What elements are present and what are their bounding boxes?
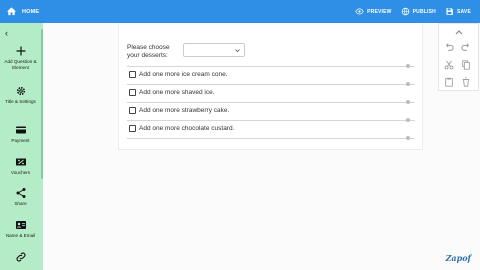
option-shaved-ice[interactable]: Add one more shaved ice. xyxy=(129,89,215,96)
chevron-left-icon[interactable]: ‹ xyxy=(5,28,8,38)
question-label: Please choose your desserts: xyxy=(127,44,179,60)
option-label: Add one more shaved ice. xyxy=(139,89,215,96)
sidebar-item-add-question[interactable]: Add Question & Element xyxy=(0,45,41,71)
separator xyxy=(127,118,415,122)
undo-icon[interactable] xyxy=(444,39,454,51)
separator xyxy=(127,100,415,104)
redo-icon[interactable] xyxy=(461,39,471,51)
publish-button[interactable]: PUBLISH xyxy=(401,7,436,16)
credit-card-icon xyxy=(15,126,26,134)
publish-label: PUBLISH xyxy=(412,8,436,15)
separator xyxy=(127,82,415,86)
copy-icon[interactable] xyxy=(461,57,471,70)
sidebar-item-link[interactable] xyxy=(0,251,41,263)
option-ice-cream[interactable]: Add one more ice cream cone. xyxy=(129,71,228,78)
home-button[interactable]: HOME xyxy=(6,6,39,17)
sidebar-item-title-settings[interactable]: Title & Settings xyxy=(0,85,41,105)
sidebar-item-label: Share xyxy=(14,201,27,206)
separator xyxy=(127,136,415,140)
eye-icon xyxy=(355,8,364,15)
preview-button[interactable]: PREVIEW xyxy=(355,7,391,16)
chevron-down-icon xyxy=(235,49,240,53)
drag-handle[interactable] xyxy=(406,82,410,86)
home-icon xyxy=(6,7,17,16)
gear-icon xyxy=(16,86,25,96)
save-button[interactable]: SAVE xyxy=(445,7,471,16)
checkbox[interactable] xyxy=(129,89,136,96)
question-text: Please choose your desserts: xyxy=(127,44,170,59)
sidebar-item-name-email[interactable]: Name & Email xyxy=(0,219,41,239)
option-strawberry-cake[interactable]: Add one more strawberry cake. xyxy=(129,107,229,114)
save-label: SAVE xyxy=(456,8,471,15)
drag-handle[interactable] xyxy=(406,64,410,68)
drag-handle[interactable] xyxy=(406,118,410,122)
plus-icon xyxy=(16,46,25,56)
globe-icon xyxy=(401,7,409,16)
question-card[interactable]: Please choose your desserts: Add one mor… xyxy=(118,23,423,150)
sidebar-item-label: Payment xyxy=(11,138,30,143)
sidebar-item-vouchers[interactable]: Vouchers xyxy=(0,156,41,176)
voucher-icon xyxy=(15,158,26,166)
chevron-up-icon[interactable] xyxy=(454,25,464,35)
separator xyxy=(127,64,415,68)
floppy-disk-icon xyxy=(446,8,453,15)
checkbox[interactable] xyxy=(129,125,136,132)
home-label: HOME xyxy=(22,8,40,15)
sidebar-item-label: Vouchers xyxy=(10,170,31,175)
preview-label: PREVIEW xyxy=(367,8,392,15)
checkbox[interactable] xyxy=(129,71,136,78)
option-label: Add one more chocolate custard. xyxy=(139,125,235,132)
cut-icon[interactable] xyxy=(444,57,454,70)
option-label: Add one more ice cream cone. xyxy=(139,71,228,78)
dessert-select[interactable] xyxy=(183,43,245,57)
paste-icon[interactable] xyxy=(444,74,454,87)
checkbox[interactable] xyxy=(129,107,136,114)
option-label: Add one more strawberry cake. xyxy=(139,107,230,114)
option-chocolate-custard[interactable]: Add one more chocolate custard. xyxy=(129,125,234,132)
sidebar-item-label: Title & Settings xyxy=(5,99,36,104)
contact-card-icon xyxy=(15,221,26,229)
brand-logo: Zapof xyxy=(445,253,471,263)
form-canvas: Please choose your desserts: Add one mor… xyxy=(43,23,480,270)
sidebar-item-label: Name & Email xyxy=(5,233,36,238)
top-bar: HOME PREVIEW PUBLISH SAVE xyxy=(0,0,480,23)
drag-handle[interactable] xyxy=(406,100,410,104)
link-icon xyxy=(16,252,25,262)
share-icon xyxy=(16,188,25,198)
sidebar-item-label: Add Question & Element xyxy=(4,59,37,70)
drag-handle[interactable] xyxy=(406,136,410,140)
sidebar-item-share[interactable]: Share xyxy=(0,187,41,207)
edit-tool-panel xyxy=(438,23,479,91)
sidebar: ‹ Add Question & Element Title & Setting… xyxy=(0,23,43,270)
delete-icon[interactable] xyxy=(461,74,471,87)
sidebar-item-payment[interactable]: Payment xyxy=(0,124,41,144)
